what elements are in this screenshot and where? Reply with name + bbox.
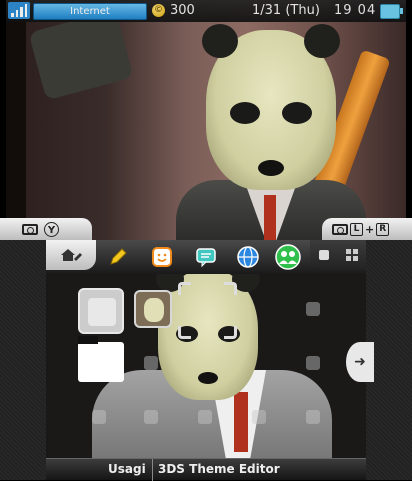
clock: 19 04 [334,3,377,18]
l-button-icon: L [350,222,363,236]
background-shadow [6,0,26,240]
empty-slot[interactable] [92,410,106,424]
r-button-icon: R [376,222,390,236]
friend-list-button[interactable] [274,243,302,271]
y-button-icon: Y [44,221,59,237]
pencil-button[interactable] [104,243,132,271]
panda-eye-right [282,102,312,124]
empty-slot[interactable] [306,410,320,424]
tie [234,392,248,452]
app-icon-blank[interactable] [78,288,124,334]
coin-count: 300 [170,3,195,18]
panda-ear-right [304,24,340,58]
selection-cursor-corner [178,282,191,295]
wifi-signal-icon [8,2,30,19]
home-toolbar [46,240,366,274]
notifications-button[interactable] [192,243,220,271]
selected-title: 3DS Theme Editor [158,462,280,476]
grid-icon [345,249,358,261]
empty-slot[interactable] [306,302,320,316]
home-settings-button[interactable] [46,240,96,270]
folder-icon[interactable] [78,336,124,382]
miiverse-button[interactable] [148,243,176,271]
view-toggle[interactable] [310,240,366,270]
panda-ear-left [202,24,238,58]
selection-cursor-corner [224,326,237,339]
app-icon-panda[interactable] [134,290,172,328]
divider [152,459,153,481]
tie [264,195,276,240]
panda-nose [198,372,218,384]
globe-icon [237,246,259,268]
friends-icon [275,244,301,270]
camera-icon [22,223,38,235]
home-settings-icon [61,249,82,261]
panda-eye-left [230,102,260,124]
chat-icon [196,248,216,268]
battery-icon [380,4,403,19]
empty-slot[interactable] [198,410,212,424]
panda-mask [156,266,260,400]
empty-slot[interactable] [144,410,158,424]
background-object [28,9,134,101]
smiley-icon [152,247,172,267]
play-coin-icon: © [152,4,165,17]
date: 1/31 (Thu) [252,3,320,18]
panda-mask [202,24,340,190]
empty-slot[interactable] [252,410,266,424]
arrow-right-icon: ➜ [354,354,366,370]
status-bar: Internet © 300 1/31 (Thu) 19 04 [6,0,406,22]
user-name: Usagi [108,462,146,476]
scroll-right-button[interactable]: ➜ [346,342,374,382]
network-status: Internet [33,3,147,20]
view-toggle-icon [318,250,329,260]
screenshot-shortcut-tab[interactable]: L + R [322,218,412,240]
camera-shortcut-tab[interactable]: Y [0,218,92,240]
empty-slot[interactable] [306,356,320,370]
pencil-icon [110,248,127,265]
camera-icon [332,223,348,235]
selection-cursor-corner [178,326,191,339]
panda-thumbnail [144,298,164,322]
top-screen: Internet © 300 1/31 (Thu) 19 04 [6,0,406,240]
plus-sign: + [365,222,375,236]
selection-cursor-corner [224,282,237,295]
bottom-info-bar: Usagi 3DS Theme Editor [46,458,366,481]
empty-slot[interactable] [144,356,158,370]
browser-button[interactable] [234,243,262,271]
panda-nose [258,160,284,176]
